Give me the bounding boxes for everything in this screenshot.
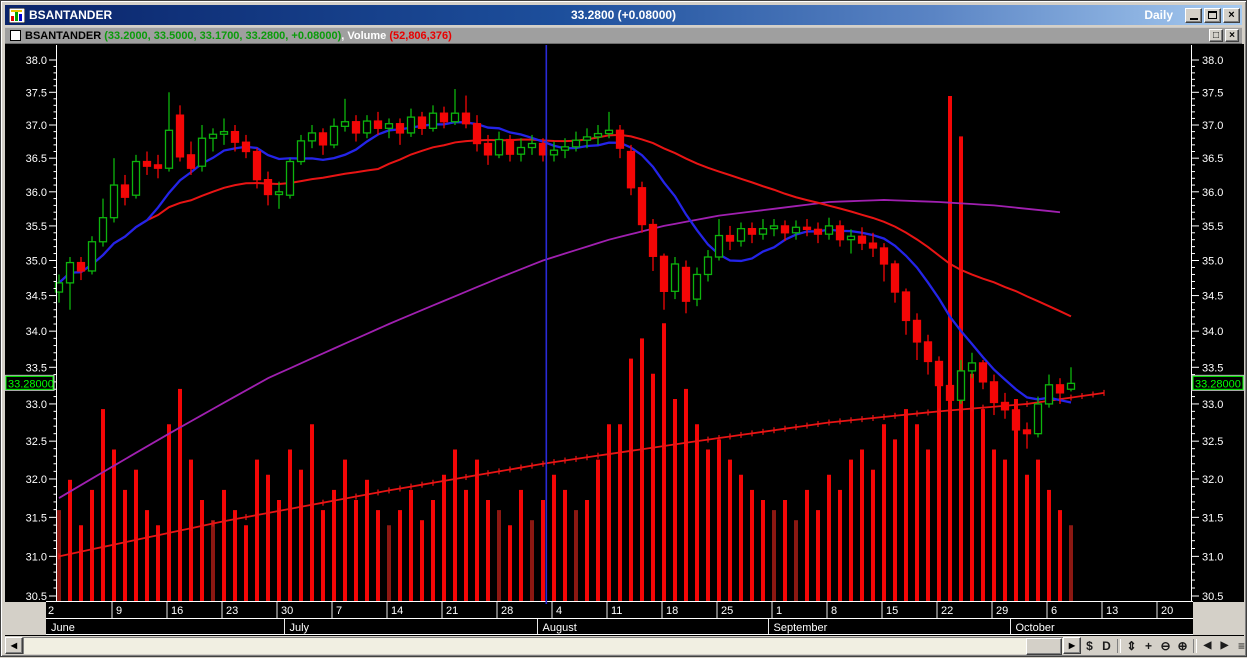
svg-text:33.5: 33.5 <box>1202 362 1223 374</box>
svg-text:36.0: 36.0 <box>26 187 47 199</box>
svg-text:11: 11 <box>611 605 622 617</box>
svg-text:37.0: 37.0 <box>26 120 47 132</box>
svg-text:25: 25 <box>721 605 733 617</box>
chart-list-button[interactable]: ≡ <box>1233 637 1247 654</box>
prev-security-button[interactable]: ◀ <box>1199 637 1216 654</box>
svg-text:July: July <box>290 622 310 634</box>
scroll-right-button[interactable]: ▶ <box>1063 637 1081 654</box>
svg-text:22: 22 <box>941 605 953 617</box>
svg-text:30.5: 30.5 <box>26 591 47 603</box>
zoom-in-button[interactable]: ⊕ <box>1174 637 1191 654</box>
svg-text:32.0: 32.0 <box>26 474 47 486</box>
svg-text:37.5: 37.5 <box>26 87 47 99</box>
svg-text:32.5: 32.5 <box>1202 436 1223 448</box>
svg-text:29: 29 <box>996 605 1008 617</box>
x-axis: 2 9 16 23 30 7 14 21 28 4 11 18 25 1 8 15 22 29 6 13 20June J… <box>46 601 1193 635</box>
svg-text:8: 8 <box>831 605 837 617</box>
svg-text:9: 9 <box>116 605 122 617</box>
svg-text:21: 21 <box>446 605 458 617</box>
svg-text:6: 6 <box>1051 605 1057 617</box>
svg-text:34.0: 34.0 <box>1202 326 1223 338</box>
svg-text:14: 14 <box>391 605 403 617</box>
bottom-scrollbar-row: ◀ ▶ $ D ⇕ + ⊖ ⊕ ◀ ▶ ≡ <box>5 637 1245 655</box>
svg-text:4: 4 <box>556 605 562 617</box>
svg-text:30.5: 30.5 <box>1202 591 1223 603</box>
svg-text:35.0: 35.0 <box>1202 255 1223 267</box>
svg-text:September: September <box>774 622 828 634</box>
svg-text:31.0: 31.0 <box>1202 551 1223 563</box>
svg-text:30: 30 <box>281 605 293 617</box>
svg-text:33.5: 33.5 <box>26 362 47 374</box>
svg-text:15: 15 <box>886 605 898 617</box>
svg-text:31.0: 31.0 <box>26 551 47 563</box>
scroll-right-icon: ▶ <box>1068 641 1076 650</box>
svg-text:August: August <box>543 622 577 634</box>
svg-text:37.5: 37.5 <box>1202 87 1223 99</box>
svg-text:7: 7 <box>336 605 342 617</box>
dollar-button[interactable]: $ <box>1081 637 1098 654</box>
application-window: BSANTANDER 33.2800 (+0.08000) Daily × BS… <box>0 0 1247 657</box>
scroll-left-icon: ◀ <box>10 641 18 650</box>
pan-button[interactable]: + <box>1140 637 1157 654</box>
svg-text:June: June <box>51 622 75 634</box>
svg-text:33.0: 33.0 <box>1202 399 1223 411</box>
chart-canvas[interactable]: 2 9 16 23 30 7 14 21 28 4 11 18 25 1 8 15 22 29 6 13 20June J… <box>1 1 1247 658</box>
vertical-scale-button[interactable]: ⇕ <box>1123 637 1140 654</box>
svg-text:36.0: 36.0 <box>1202 187 1223 199</box>
svg-text:32.5: 32.5 <box>26 436 47 448</box>
zoom-out-button[interactable]: ⊖ <box>1157 637 1174 654</box>
toolbar-separator <box>1193 638 1197 653</box>
scrollbar-thumb[interactable] <box>1026 638 1062 655</box>
svg-text:32.0: 32.0 <box>1202 474 1223 486</box>
svg-text:18: 18 <box>666 605 678 617</box>
svg-text:34.5: 34.5 <box>1202 291 1223 303</box>
next-security-button[interactable]: ▶ <box>1216 637 1233 654</box>
svg-text:37.0: 37.0 <box>1202 120 1223 132</box>
svg-text:33.0: 33.0 <box>26 399 47 411</box>
svg-text:October: October <box>1016 622 1055 634</box>
svg-text:36.5: 36.5 <box>1202 153 1223 165</box>
svg-text:31.5: 31.5 <box>26 512 47 524</box>
svg-text:35.0: 35.0 <box>26 255 47 267</box>
svg-text:13: 13 <box>1106 605 1118 617</box>
scroll-left-button[interactable]: ◀ <box>5 637 23 654</box>
toolbar-separator <box>1117 638 1121 653</box>
svg-text:35.5: 35.5 <box>26 221 47 233</box>
svg-text:38.0: 38.0 <box>1202 55 1223 67</box>
svg-text:28: 28 <box>501 605 513 617</box>
svg-text:35.5: 35.5 <box>1202 221 1223 233</box>
svg-text:16: 16 <box>171 605 183 617</box>
svg-text:20: 20 <box>1161 605 1173 617</box>
svg-text:34.0: 34.0 <box>26 326 47 338</box>
svg-text:23: 23 <box>226 605 238 617</box>
svg-text:38.0: 38.0 <box>26 55 47 67</box>
svg-text:34.5: 34.5 <box>26 291 47 303</box>
last-price-label-right: 33.28000 <box>1195 378 1241 390</box>
scrollbar-track[interactable] <box>23 637 1063 655</box>
chart-toolbar: $ D ⇕ + ⊖ ⊕ ◀ ▶ ≡ <box>1081 637 1247 654</box>
svg-text:31.5: 31.5 <box>1202 512 1223 524</box>
svg-text:2: 2 <box>48 605 54 617</box>
svg-text:1: 1 <box>776 605 782 617</box>
periodicity-daily-button[interactable]: D <box>1098 637 1115 654</box>
last-price-label-left: 33.28000 <box>8 378 54 390</box>
svg-text:36.5: 36.5 <box>26 153 47 165</box>
